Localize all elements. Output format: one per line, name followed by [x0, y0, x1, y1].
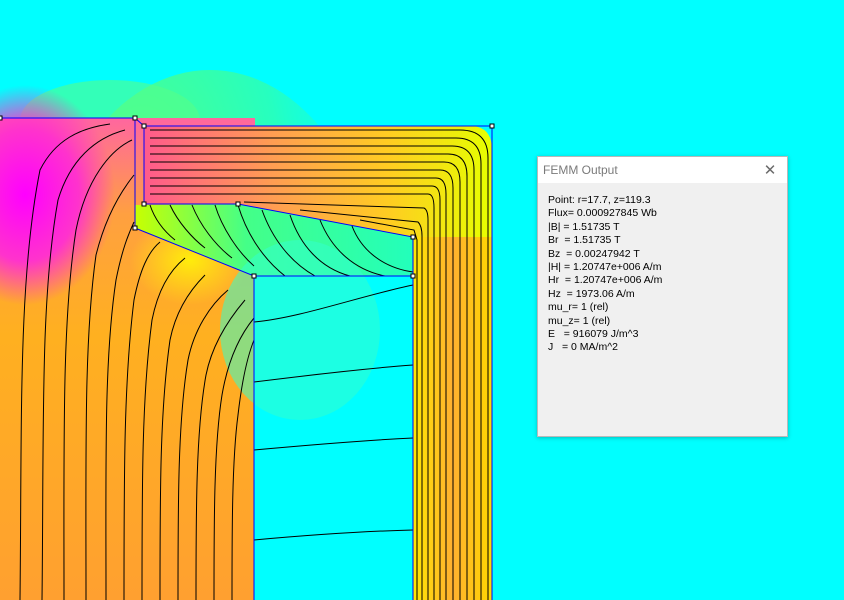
coil-window-tint	[220, 240, 380, 420]
readout-mu-z: mu_z= 1 (rel)	[548, 314, 611, 327]
readout-h-mag: |H| = 1.20747e+006 A/m	[548, 261, 662, 274]
window-titlebar[interactable]: FEMM Output ✕	[538, 157, 787, 183]
femm-output-window[interactable]: FEMM Output ✕ Point: r=17.7, z=119.3 Flu…	[537, 156, 788, 437]
readout-point: Point: r=17.7, z=119.3	[548, 194, 651, 206]
readout-bz: Bz = 0.00247942 T	[548, 247, 640, 260]
readout-b-mag: |B| = 1.51735 T	[548, 220, 620, 233]
close-icon[interactable]: ✕	[757, 159, 783, 181]
readout-br: Br = 1.51735 T	[548, 234, 621, 247]
window-title: FEMM Output	[543, 163, 618, 177]
output-readout: Point: r=17.7, z=119.3 Flux= 0.000927845…	[548, 194, 781, 355]
readout-current: J = 0 MA/m^2	[548, 341, 618, 354]
readout-hr: Hr = 1.20747e+006 A/m	[548, 274, 663, 287]
readout-energy: E = 916079 J/m^3	[548, 328, 639, 341]
readout-flux: Flux= 0.000927845 Wb	[548, 207, 657, 220]
readout-mu-r: mu_r= 1 (rel)	[548, 301, 609, 314]
readout-hz: Hz = 1973.06 A/m	[548, 287, 635, 300]
